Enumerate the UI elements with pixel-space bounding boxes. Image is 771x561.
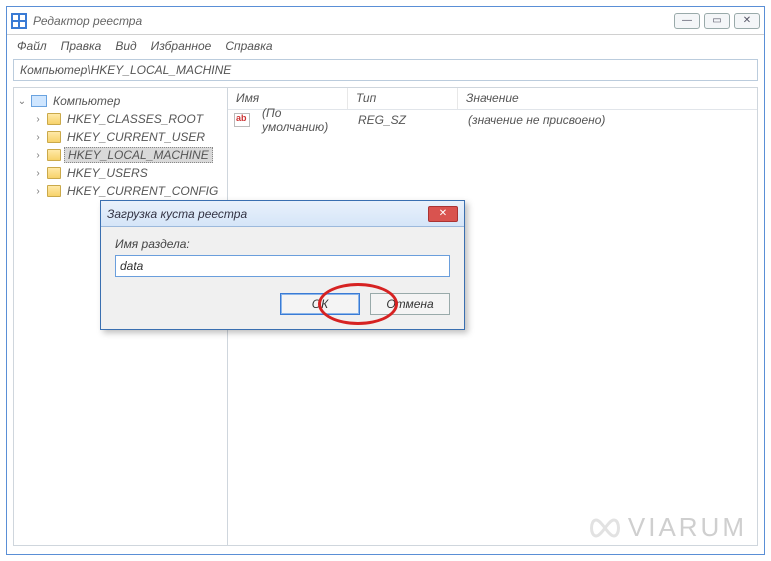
tree-item[interactable]: HKEY_CURRENT_CONFIG [16, 182, 225, 200]
tree-item-label: HKEY_CLASSES_ROOT [64, 112, 206, 126]
expand-icon[interactable] [32, 149, 44, 161]
dialog-body: Имя раздела: ОК Отмена [101, 227, 464, 329]
folder-icon [47, 131, 61, 143]
tree-root-label: Компьютер [50, 94, 123, 108]
expand-icon[interactable] [32, 185, 44, 197]
menu-file[interactable]: Файл [17, 39, 47, 53]
dialog-close-button[interactable]: ✕ [428, 206, 458, 222]
address-text: Компьютер\HKEY_LOCAL_MACHINE [20, 63, 231, 77]
folder-icon [47, 185, 61, 197]
string-value-icon [234, 113, 250, 127]
folder-icon [47, 149, 61, 161]
menu-view[interactable]: Вид [115, 39, 136, 53]
close-button[interactable]: ✕ [734, 13, 760, 29]
key-name-input[interactable] [115, 255, 450, 277]
dialog-buttons: ОК Отмена [115, 293, 450, 315]
dialog-title: Загрузка куста реестра [107, 207, 428, 221]
app-icon [11, 13, 27, 29]
tree-item[interactable]: HKEY_USERS [16, 164, 225, 182]
cancel-button[interactable]: Отмена [370, 293, 450, 315]
menu-help[interactable]: Справка [225, 39, 272, 53]
tree-item-label: HKEY_CURRENT_CONFIG [64, 184, 221, 198]
minimize-button[interactable]: — [674, 13, 700, 29]
folder-icon [47, 167, 61, 179]
tree-item-label: HKEY_CURRENT_USER [64, 130, 208, 144]
col-value[interactable]: Значение [458, 88, 757, 109]
cell-type: REG_SZ [350, 110, 460, 130]
menubar: Файл Правка Вид Избранное Справка [7, 35, 764, 57]
window-title: Редактор реестра [33, 14, 674, 28]
tree-item-selected[interactable]: HKEY_LOCAL_MACHINE [16, 146, 225, 164]
expand-icon[interactable] [32, 113, 44, 125]
computer-icon [31, 95, 47, 107]
dialog-titlebar: Загрузка куста реестра ✕ [101, 201, 464, 227]
folder-icon [47, 113, 61, 125]
tree-item-label: HKEY_USERS [64, 166, 151, 180]
window-buttons: — ▭ ✕ [674, 13, 760, 29]
tree-root[interactable]: Компьютер [16, 92, 225, 110]
expand-icon[interactable] [32, 131, 44, 143]
col-type[interactable]: Тип [348, 88, 458, 109]
tree-item[interactable]: HKEY_CLASSES_ROOT [16, 110, 225, 128]
maximize-button[interactable]: ▭ [704, 13, 730, 29]
menu-favorites[interactable]: Избранное [151, 39, 212, 53]
titlebar: Редактор реестра — ▭ ✕ [7, 7, 764, 35]
expand-icon[interactable] [32, 167, 44, 179]
dialog-field-label: Имя раздела: [115, 237, 450, 251]
list-row[interactable]: (По умолчанию) REG_SZ (значение не присв… [228, 110, 757, 130]
ok-button[interactable]: ОК [280, 293, 360, 315]
load-hive-dialog: Загрузка куста реестра ✕ Имя раздела: ОК… [100, 200, 465, 330]
address-bar[interactable]: Компьютер\HKEY_LOCAL_MACHINE [13, 59, 758, 81]
cell-value: (значение не присвоено) [460, 110, 757, 130]
tree-item[interactable]: HKEY_CURRENT_USER [16, 128, 225, 146]
tree-item-label: HKEY_LOCAL_MACHINE [64, 147, 213, 163]
cell-name: (По умолчанию) [254, 103, 350, 137]
menu-edit[interactable]: Правка [61, 39, 102, 53]
expand-icon[interactable] [16, 95, 28, 107]
